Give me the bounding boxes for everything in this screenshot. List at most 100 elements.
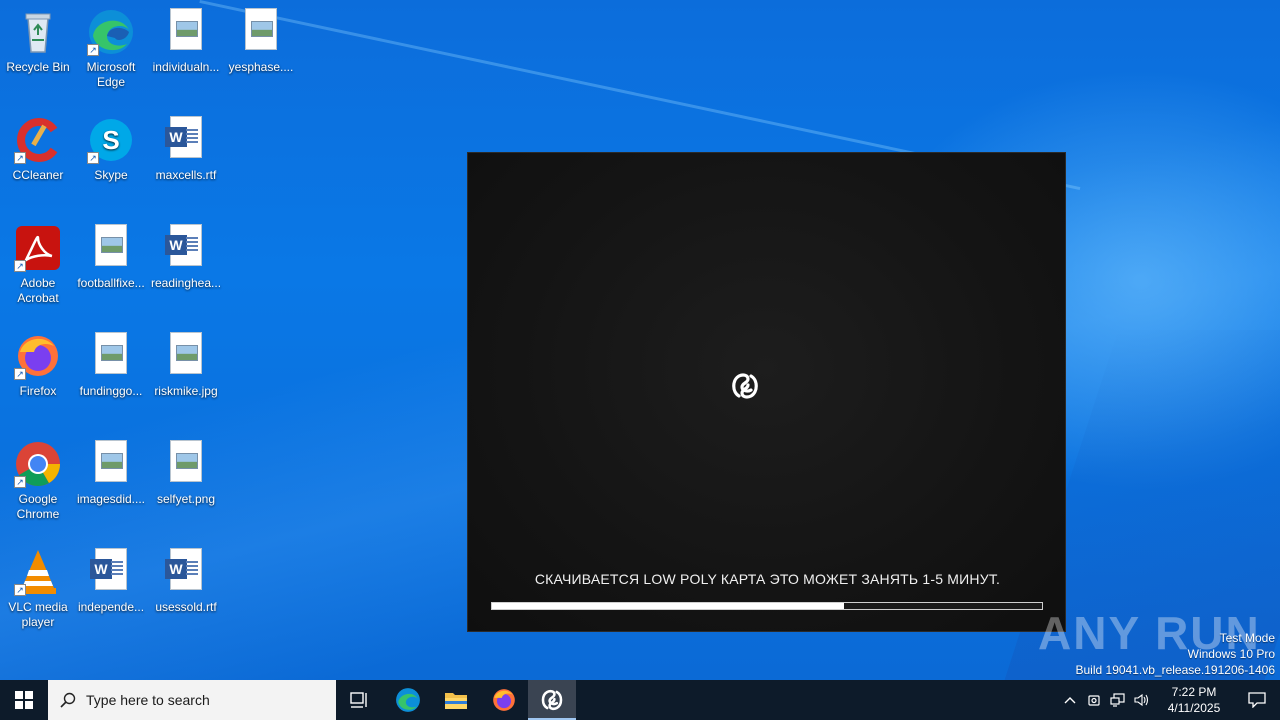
build-text: Build 19041.vb_release.191206-1406 [1075, 663, 1276, 677]
desktop-icon-microsoft-edge[interactable]: ↗ Microsoft Edge [73, 8, 149, 90]
taskbar-file-explorer-button[interactable] [432, 680, 480, 720]
vlc-icon: ↗ [14, 548, 62, 596]
tray-app-icon [1088, 695, 1100, 706]
desktop-icon-independe[interactable]: W independe... [73, 548, 149, 615]
image-file-icon [87, 224, 135, 272]
task-view-icon [350, 692, 367, 708]
taskbar-loader-app-button[interactable] [528, 680, 576, 720]
edge-icon: ↗ [87, 8, 135, 56]
clock-time: 7:22 PM [1171, 685, 1217, 699]
desktop-icon-fundinggo[interactable]: fundinggo... [73, 332, 149, 399]
test-mode-text: Test Mode [1219, 631, 1275, 645]
image-file-icon [162, 8, 210, 56]
windows-logo-icon [15, 691, 33, 709]
desktop-icon-label: Adobe Acrobat [17, 276, 59, 305]
word-doc-icon: W [87, 548, 135, 596]
desktop-icon-label: individualn... [152, 60, 220, 74]
desktop-icon-label: imagesdid.... [76, 492, 146, 506]
desktop-icon-yesphase[interactable]: yesphase.... [223, 8, 299, 75]
desktop-icon-label: Skype [94, 168, 128, 182]
desktop-icon-individualn[interactable]: individualn... [148, 8, 224, 75]
app-logo-icon [730, 371, 760, 401]
system-tray: 7:22 PM 4/11/2025 [1058, 680, 1280, 720]
shortcut-arrow-icon: ↗ [87, 44, 99, 56]
acrobat-icon: ↗ [14, 224, 62, 272]
chevron-up-icon [1064, 697, 1076, 704]
task-view-button[interactable] [336, 680, 384, 720]
desktop-icon-selfyet[interactable]: selfyet.png [148, 440, 224, 507]
shortcut-arrow-icon: ↗ [14, 476, 26, 488]
desktop-icon-imagesdid[interactable]: imagesdid.... [73, 440, 149, 507]
shortcut-arrow-icon: ↗ [14, 152, 26, 164]
desktop-icon-label: CCleaner [12, 168, 64, 182]
shortcut-arrow-icon: ↗ [14, 260, 26, 272]
start-button[interactable] [0, 680, 48, 720]
desktop-icon-label: Recycle Bin [6, 60, 70, 74]
word-doc-icon: W [162, 224, 210, 272]
firefox-icon [493, 689, 515, 711]
speaker-icon [1134, 693, 1149, 707]
taskbar-search-box[interactable]: Type here to search [48, 680, 336, 720]
clock-date: 4/11/2025 [1167, 701, 1221, 715]
desktop-icon-label: footballfixe... [77, 276, 145, 290]
desktop-icon-label: readinghea... [150, 276, 222, 290]
file-explorer-icon [445, 693, 467, 709]
desktop-icon-label: Google Chrome [16, 492, 60, 521]
search-placeholder: Type here to search [86, 692, 210, 708]
image-file-icon [87, 440, 135, 488]
word-doc-icon: W [162, 548, 210, 596]
desktop-icon-usessold[interactable]: W usessold.rtf [148, 548, 224, 615]
desktop-icon-recycle-bin[interactable]: Recycle Bin [0, 8, 76, 75]
desktop-icon-maxcells[interactable]: W maxcells.rtf [148, 116, 224, 183]
desktop-icon-skype[interactable]: S ↗ Skype [73, 116, 149, 183]
shortcut-arrow-icon: ↗ [14, 368, 26, 380]
app-logo-icon [541, 689, 563, 711]
firefox-icon: ↗ [14, 332, 62, 380]
desktop-icon-google-chrome[interactable]: ↗ Google Chrome [0, 440, 76, 522]
desktop-icon-label: VLC media player [8, 600, 68, 629]
volume-button[interactable] [1130, 680, 1154, 720]
desktop-icon-readinghea[interactable]: W readinghea... [148, 224, 224, 291]
loader-window[interactable]: СКАЧИВАЕТСЯ LOW POLY КАРТА ЭТО МОЖЕТ ЗАН… [467, 152, 1066, 632]
skype-icon: S ↗ [87, 116, 135, 164]
image-file-icon [162, 440, 210, 488]
taskbar-clock[interactable]: 7:22 PM 4/11/2025 [1154, 684, 1234, 716]
download-progress-fill [492, 603, 844, 609]
desktop-icon-riskmike[interactable]: riskmike.jpg [148, 332, 224, 399]
tray-app-button[interactable] [1082, 680, 1106, 720]
desktop-icon-label: independe... [77, 600, 145, 614]
loader-status-text: СКАЧИВАЕТСЯ LOW POLY КАРТА ЭТО МОЖЕТ ЗАН… [534, 571, 1001, 587]
taskbar-firefox-button[interactable] [480, 680, 528, 720]
image-file-icon [162, 332, 210, 380]
shortcut-arrow-icon: ↗ [87, 152, 99, 164]
desktop-icon-label: usessold.rtf [155, 600, 217, 614]
desktop-icon-label: fundinggo... [79, 384, 143, 398]
download-progress-bar [491, 602, 1043, 610]
action-center-button[interactable] [1234, 680, 1280, 720]
image-file-icon [87, 332, 135, 380]
search-icon [60, 692, 76, 708]
network-icon [1110, 693, 1125, 707]
desktop-icon-label: yesphase.... [228, 60, 294, 74]
desktop-icon-footballfixe[interactable]: footballfixe... [73, 224, 149, 291]
shortcut-arrow-icon: ↗ [14, 584, 26, 596]
desktop-icon-vlc[interactable]: ↗ VLC media player [0, 548, 76, 630]
desktop-icon-ccleaner[interactable]: ↗ CCleaner [0, 116, 76, 183]
show-hidden-icons-button[interactable] [1058, 680, 1082, 720]
desktop-icon-label: Firefox [19, 384, 57, 398]
image-file-icon [237, 8, 285, 56]
desktop-icon-label: riskmike.jpg [154, 384, 218, 398]
system-info-overlay: Test Mode Windows 10 Pro Build 19041.vb_… [1076, 630, 1276, 678]
desktop-icon-adobe-acrobat[interactable]: ↗ Adobe Acrobat [0, 224, 76, 306]
word-doc-icon: W [162, 116, 210, 164]
recycle-bin-icon [14, 8, 62, 56]
taskbar: Type here to search 7:22 PM 4/11/2025 [0, 680, 1280, 720]
edge-icon [396, 688, 420, 712]
desktop-icon-label: maxcells.rtf [155, 168, 217, 182]
svg-text:S: S [102, 125, 119, 155]
desktop-icon-label: selfyet.png [156, 492, 216, 506]
network-button[interactable] [1106, 680, 1130, 720]
taskbar-edge-button[interactable] [384, 680, 432, 720]
desktop-icon-label: Microsoft Edge [86, 60, 136, 89]
desktop-icon-firefox[interactable]: ↗ Firefox [0, 332, 76, 399]
